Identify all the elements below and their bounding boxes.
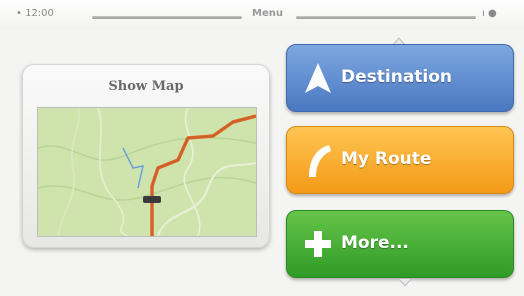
- show-map-button[interactable]: Show Map: [22, 64, 270, 248]
- more-label: More...: [341, 233, 409, 253]
- status-time: • 12:00: [16, 8, 54, 19]
- plus-icon: [305, 231, 331, 257]
- status-bar: • 12:00 Menu ı ●: [0, 0, 524, 30]
- destination-button[interactable]: Destination: [286, 44, 514, 112]
- vehicle-marker: [143, 196, 161, 203]
- show-map-title: Show Map: [108, 79, 184, 94]
- screen-title: Menu: [252, 8, 283, 19]
- map-preview: [37, 107, 257, 237]
- my-route-label: My Route: [341, 149, 432, 169]
- route-curve-icon: [309, 145, 331, 177]
- status-indicators: ı ●: [482, 8, 497, 19]
- status-divider-right: [296, 16, 476, 19]
- scroll-down-indicator: [398, 278, 412, 287]
- status-divider-left: [92, 16, 242, 19]
- destination-label: Destination: [341, 67, 453, 87]
- navigation-arrow-icon: [305, 63, 331, 93]
- my-route-button[interactable]: My Route: [286, 126, 514, 194]
- more-button[interactable]: More...: [286, 210, 514, 278]
